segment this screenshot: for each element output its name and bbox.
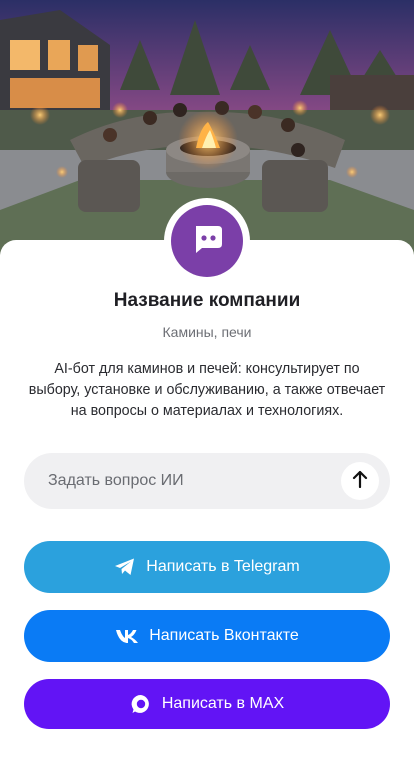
max-icon [130,693,152,715]
vk-button-label: Написать Вконтакте [149,627,299,644]
company-category: Камины, печи [162,324,252,340]
ask-ai-bar [24,453,390,509]
vk-icon [115,628,139,644]
company-description: AI-бот для каминов и печей: консультируе… [28,361,386,419]
arrow-up-icon [352,470,368,493]
company-name: Название компании [113,290,301,311]
telegram-icon [114,557,136,577]
vk-button[interactable]: Написать Вконтакте [24,610,390,662]
chat-bot-icon [188,220,226,263]
telegram-button-label: Написать в Telegram [146,558,300,575]
max-button-label: Написать в MAX [161,695,285,712]
ask-ai-input[interactable] [24,472,341,490]
telegram-button[interactable]: Написать в Telegram [24,541,390,593]
max-button[interactable]: Написать в MAX [24,679,390,729]
avatar [171,205,243,277]
send-button[interactable] [341,462,379,500]
